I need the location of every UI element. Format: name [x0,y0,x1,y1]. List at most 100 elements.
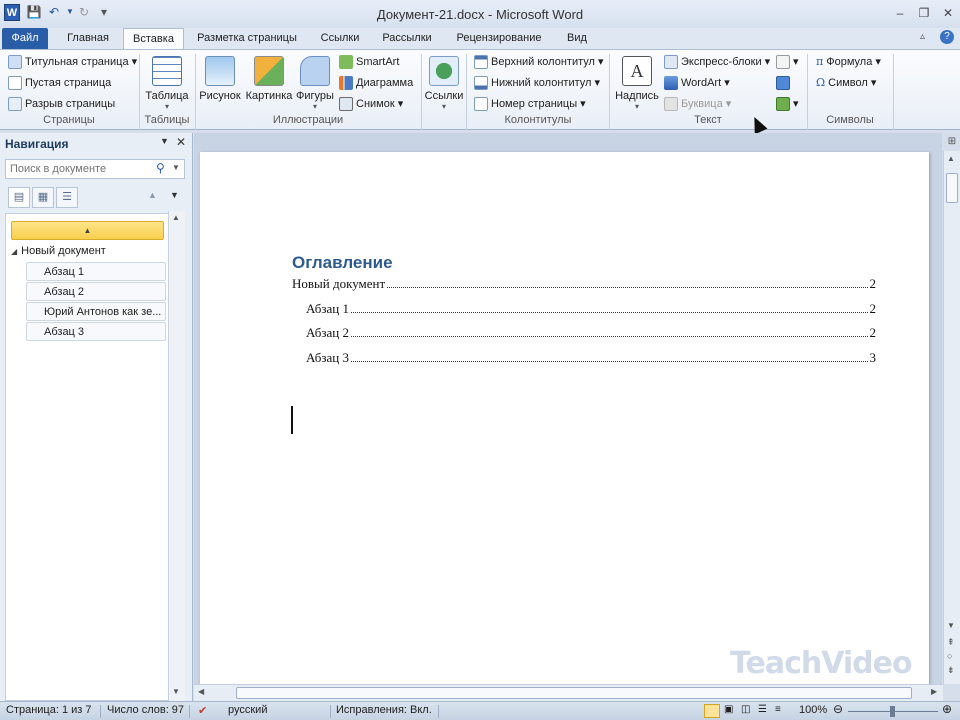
next-page-icon[interactable]: ⇟ [947,665,955,676]
quick-parts-icon [664,55,678,70]
window-title: Документ-21.docx - Microsoft Word [376,7,584,22]
teachvideo-logo: TeachVideo [730,646,913,681]
status-track-changes[interactable]: Исправления: Вкл. [336,704,432,716]
document-page[interactable] [200,152,929,692]
status-words[interactable]: Число слов: 97 [107,704,184,716]
clipart-button[interactable]: Картинка [244,56,294,102]
horizontal-scroll-thumb[interactable] [236,687,912,699]
nav-collapse-top-icon[interactable]: ▲ [11,221,164,240]
tab-mailings[interactable]: Рассылки [374,28,440,49]
scroll-down-icon[interactable]: ▼ [947,621,955,630]
ruler-toggle-icon[interactable]: ⊞ [945,136,959,150]
wordart-button[interactable]: WordArt ▾ [664,74,730,92]
toc-entry-text: Абзац 2 [306,325,349,340]
tab-insert[interactable]: Вставка [123,28,184,49]
footer-button[interactable]: Нижний колонтитул ▾ [474,74,600,92]
nav-item-abzac-3[interactable]: Абзац 3 [26,322,166,341]
scroll-up-icon[interactable]: ▲ [172,213,180,222]
nav-close-icon[interactable]: ✕ [176,135,186,149]
nav-headings-tab-icon[interactable]: ▤ [8,187,30,208]
toc-entry[interactable]: Абзац 1 2 [306,301,876,317]
wordart-icon [664,76,678,91]
tab-review[interactable]: Рецензирование [448,28,550,49]
search-icon[interactable]: ⚲ [156,161,165,175]
signature-line-button[interactable]: ▾ [776,53,799,71]
print-layout-view-icon[interactable] [704,704,720,718]
page-number-button[interactable]: Номер страницы ▾ [474,95,586,113]
tab-file[interactable]: Файл [2,28,48,49]
nav-results-tab-icon[interactable]: ☰ [56,187,78,208]
reading-view-icon[interactable]: ▣ [724,704,733,715]
status-language[interactable]: русский [228,704,267,716]
links-dropdown-icon: ▾ [441,102,446,111]
restore-icon[interactable]: ❐ [914,5,934,21]
screenshot-button[interactable]: Снимок ▾ [339,95,403,113]
header-button[interactable]: Верхний колонтитул ▾ [474,53,604,71]
help-icon[interactable]: ? [940,30,954,44]
horizontal-scrollbar[interactable]: ◀ ▶ [194,684,943,701]
vertical-scroll-thumb[interactable] [946,173,958,203]
status-page[interactable]: Страница: 1 из 7 [6,704,92,716]
textbox-button[interactable]: A Надпись ▾ [613,56,661,111]
tab-view[interactable]: Вид [558,28,596,49]
close-icon[interactable]: ✕ [938,5,958,21]
nav-search-box[interactable]: ⚲ ▼ [5,159,185,179]
nav-item-root[interactable]: ◢ Новый документ [11,242,167,261]
dropcap-button[interactable]: Буквица ▾ [664,95,731,113]
nav-menu-icon[interactable]: ▼ [160,136,169,146]
symbol-button[interactable]: Ω Символ ▾ [816,74,876,92]
chart-button[interactable]: Диаграмма [339,74,413,92]
links-button[interactable]: Ссылки ▾ [423,56,465,111]
nav-scrollbar[interactable]: ▲ ▼ [168,211,185,701]
shapes-button[interactable]: Фигуры ▾ [295,56,335,111]
equation-button[interactable]: π Формула ▾ [816,53,881,71]
prev-page-icon[interactable]: ⇞ [947,637,955,648]
smartart-button[interactable]: SmartArt [339,53,399,71]
web-layout-icon[interactable]: ◫ [741,704,750,715]
zoom-in-icon[interactable]: ⊕ [942,702,952,716]
toc-entry[interactable]: Абзац 3 3 [306,350,876,366]
proofing-icon[interactable]: ✔ [198,704,207,717]
outline-view-icon[interactable]: ☰ [758,704,767,715]
date-time-button[interactable] [776,74,793,92]
header-label: Верхний колонтитул [491,56,595,68]
scroll-down-icon[interactable]: ▼ [172,687,180,696]
toc-entry-text: Абзац 3 [306,350,349,365]
tab-home[interactable]: Главная [56,28,120,49]
scroll-right-icon[interactable]: ▶ [931,687,937,696]
nav-prev-icon[interactable]: ▲ [148,190,157,200]
toc-leader [350,312,868,313]
picture-button[interactable]: Рисунок [198,56,242,102]
toc-entry[interactable]: Абзац 2 2 [306,325,876,341]
object-button[interactable]: ▾ [776,95,799,113]
browse-object-icon[interactable]: ○ [947,651,952,661]
search-dropdown-icon[interactable]: ▼ [172,163,180,172]
blank-page-button[interactable]: Пустая страница [8,74,111,92]
vertical-scrollbar[interactable]: ▲ ▼ ⇞ ○ ⇟ [943,151,960,684]
tab-page-layout[interactable]: Разметка страницы [190,28,304,49]
ribbon-minimize-icon[interactable]: ▵ [920,31,925,42]
scroll-left-icon[interactable]: ◀ [198,687,204,696]
nav-pages-tab-icon[interactable]: ▦ [32,187,54,208]
zoom-slider-thumb[interactable] [890,706,895,717]
nav-next-icon[interactable]: ▼ [170,190,179,200]
nav-search-input[interactable] [6,160,156,178]
nav-item-abzac-2[interactable]: Абзац 2 [26,282,166,301]
zoom-out-icon[interactable]: ⊖ [833,702,843,716]
tab-references[interactable]: Ссылки [312,28,368,49]
cover-page-button[interactable]: Титульная страница ▾ [8,53,137,71]
table-button[interactable]: Таблица ▾ [143,56,191,111]
nav-item-yuri[interactable]: Юрий Антонов как зе... [26,302,166,321]
group-illustrations-label: Иллюстрации [272,114,344,126]
page-break-button[interactable]: Разрыв страницы [8,95,115,113]
clipart-icon [254,56,284,86]
nav-title: Навигация [5,137,69,151]
draft-view-icon[interactable]: ≡ [775,704,781,715]
quick-parts-button[interactable]: Экспресс-блоки ▾ [664,53,770,71]
toc-entry[interactable]: Новый документ 2 [292,276,876,292]
minimize-icon[interactable]: – [890,5,910,21]
dropcap-icon [664,97,678,112]
scroll-up-icon[interactable]: ▲ [947,154,955,163]
nav-item-abzac-1[interactable]: Абзац 1 [26,262,166,281]
zoom-level[interactable]: 100% [799,704,827,716]
